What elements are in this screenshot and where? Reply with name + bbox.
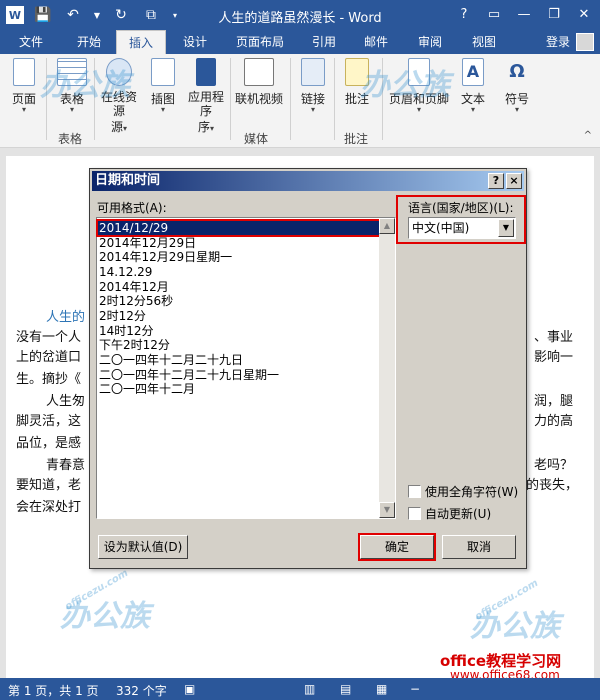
- help-icon[interactable]: ?: [454, 4, 474, 24]
- dialog-title[interactable]: 日期和时间 ? ×: [92, 171, 524, 191]
- ribbon-insert: 页面 ▾ 表格 ▾ 表格 在线资源 源▾ 插图 ▾ 应用程序 序▾ 联机视频 媒体 链…: [0, 54, 600, 148]
- doc-line: 脚灵活，这: [16, 414, 82, 429]
- header-footer-icon: [408, 58, 430, 86]
- doc-line: 润，腿: [534, 394, 574, 409]
- doc-line: 会在深处打: [16, 500, 82, 515]
- list-item[interactable]: 2时12分: [99, 309, 146, 323]
- text-button[interactable]: A 文本 ▾: [456, 58, 490, 114]
- doc-line: 人生匆: [46, 394, 86, 409]
- link-button[interactable]: 链接 ▾: [296, 58, 330, 114]
- date-time-dialog: 日期和时间 ? × 可用格式(A): 2014/12/29 2014年12月29…: [89, 168, 527, 569]
- formats-label: 可用格式(A):: [97, 201, 167, 215]
- proofing-icon[interactable]: ▣: [184, 682, 195, 696]
- tab-design[interactable]: 设计: [172, 30, 218, 54]
- collapse-ribbon-icon[interactable]: ^: [584, 130, 592, 141]
- doc-line: 生。摘抄《: [16, 372, 82, 387]
- formats-listbox[interactable]: 2014/12/29 2014年12月29日 2014年12月29日星期一 14…: [96, 217, 396, 519]
- list-item[interactable]: 2014年12月29日星期一: [99, 250, 232, 264]
- avatar[interactable]: [576, 33, 594, 51]
- comment-icon: [345, 58, 369, 86]
- list-item[interactable]: 2时12分56秒: [99, 294, 173, 308]
- highlight-box: [396, 195, 526, 244]
- group-comment-label: 批注: [344, 132, 369, 146]
- comment-button[interactable]: 批注: [340, 58, 374, 107]
- window-controls: ? ▭ — ❐ ✕: [454, 4, 594, 24]
- apps-icon: [196, 58, 216, 86]
- table-icon: [57, 58, 87, 86]
- online-video-button[interactable]: 联机视频: [234, 58, 284, 107]
- list-item[interactable]: 2014/12/29: [96, 219, 382, 237]
- doc-line: 人生的: [46, 310, 86, 325]
- tab-home[interactable]: 开始: [66, 30, 112, 54]
- title-bar: W 💾 ↶ ▼ ↻ ⧉ ▾ 人生的道路虽然漫长 - Word ? ▭ — ❐ ✕: [0, 0, 600, 30]
- table-button[interactable]: 表格 ▾: [52, 58, 92, 114]
- header-footer-button[interactable]: 页眉和页脚 ▾: [386, 58, 452, 114]
- doc-line: 上的岔道口: [16, 350, 82, 365]
- dialog-help-button[interactable]: ?: [488, 173, 504, 189]
- minimize-icon[interactable]: —: [514, 4, 534, 24]
- group-table-label: 表格: [58, 132, 83, 146]
- tab-layout[interactable]: 页面布局: [226, 30, 294, 54]
- list-item[interactable]: 2014年12月29日: [99, 236, 196, 250]
- link-icon: [301, 58, 325, 86]
- doc-line: 要知道，老: [16, 478, 82, 493]
- doc-line: 的丧失，: [526, 478, 579, 493]
- doc-line: 没有一个人: [16, 330, 82, 345]
- doc-line: 影响一: [534, 350, 574, 365]
- close-icon[interactable]: ✕: [574, 4, 594, 24]
- online-resources-button[interactable]: 在线资源 源▾: [98, 58, 140, 135]
- word-count[interactable]: 332 个字: [116, 682, 167, 699]
- list-item[interactable]: 下午2时12分: [99, 338, 170, 352]
- doc-line: 品位，是感: [16, 436, 82, 451]
- formats-scrollbar[interactable]: ▲ ▼: [379, 218, 395, 518]
- zoom-out-icon[interactable]: −: [410, 682, 420, 696]
- page-count[interactable]: 第 1 页，共 1 页: [8, 682, 99, 699]
- tab-references[interactable]: 引用: [302, 30, 346, 54]
- online-resource-icon: [106, 58, 132, 86]
- status-bar: 第 1 页，共 1 页 332 个字 ▣ ▥ ▤ ▦ −: [0, 678, 600, 700]
- pages-button[interactable]: 页面 ▾: [8, 58, 40, 114]
- doc-line: 老吗？: [534, 458, 574, 473]
- login-link[interactable]: 登录: [546, 30, 570, 54]
- print-layout-icon[interactable]: ▤: [340, 682, 351, 696]
- video-icon: [244, 58, 274, 86]
- cancel-button[interactable]: 取消: [442, 535, 516, 559]
- tab-file[interactable]: 文件: [0, 30, 62, 54]
- list-item[interactable]: 二〇一四年十二月: [99, 382, 195, 396]
- doc-line: 力的高: [534, 414, 574, 429]
- ribbon-tabs: 文件 开始 插入 设计 页面布局 引用 邮件 审阅 视图 登录: [0, 30, 600, 54]
- scroll-up-icon[interactable]: ▲: [379, 218, 395, 234]
- text-icon: A: [462, 58, 484, 86]
- list-item[interactable]: 14.12.29: [99, 265, 152, 279]
- restore-icon[interactable]: ❐: [544, 4, 564, 24]
- tab-view[interactable]: 视图: [462, 30, 506, 54]
- scroll-down-icon[interactable]: ▼: [379, 502, 395, 518]
- page-icon: [13, 58, 35, 86]
- autoupdate-checkbox[interactable]: 自动更新(U): [408, 505, 491, 522]
- tab-mailings[interactable]: 邮件: [354, 30, 398, 54]
- read-mode-icon[interactable]: ▥: [304, 682, 315, 696]
- illustrations-button[interactable]: 插图 ▾: [146, 58, 180, 114]
- group-media-label: 媒体: [244, 132, 269, 146]
- list-item[interactable]: 二〇一四年十二月二十九日: [99, 353, 243, 367]
- list-item[interactable]: 2014年12月: [99, 280, 169, 294]
- dialog-close-button[interactable]: ×: [506, 173, 522, 189]
- doc-line: 、事业: [534, 330, 574, 345]
- symbol-icon: Ω: [509, 61, 525, 82]
- apps-button[interactable]: 应用程序 序▾: [186, 58, 226, 135]
- set-default-button[interactable]: 设为默认值(D): [98, 535, 188, 559]
- symbol-button[interactable]: Ω 符号 ▾: [500, 58, 534, 114]
- doc-line: 青春意: [46, 458, 86, 473]
- fullwidth-checkbox[interactable]: 使用全角字符(W): [408, 483, 518, 500]
- tab-insert[interactable]: 插入: [116, 30, 166, 54]
- ribbon-options-icon[interactable]: ▭: [484, 4, 504, 24]
- illustration-icon: [151, 58, 175, 86]
- list-item[interactable]: 二〇一四年十二月二十九日星期一: [99, 368, 279, 382]
- highlight-box: [358, 533, 436, 561]
- tab-review[interactable]: 审阅: [408, 30, 452, 54]
- list-item[interactable]: 14时12分: [99, 324, 154, 338]
- web-layout-icon[interactable]: ▦: [376, 682, 387, 696]
